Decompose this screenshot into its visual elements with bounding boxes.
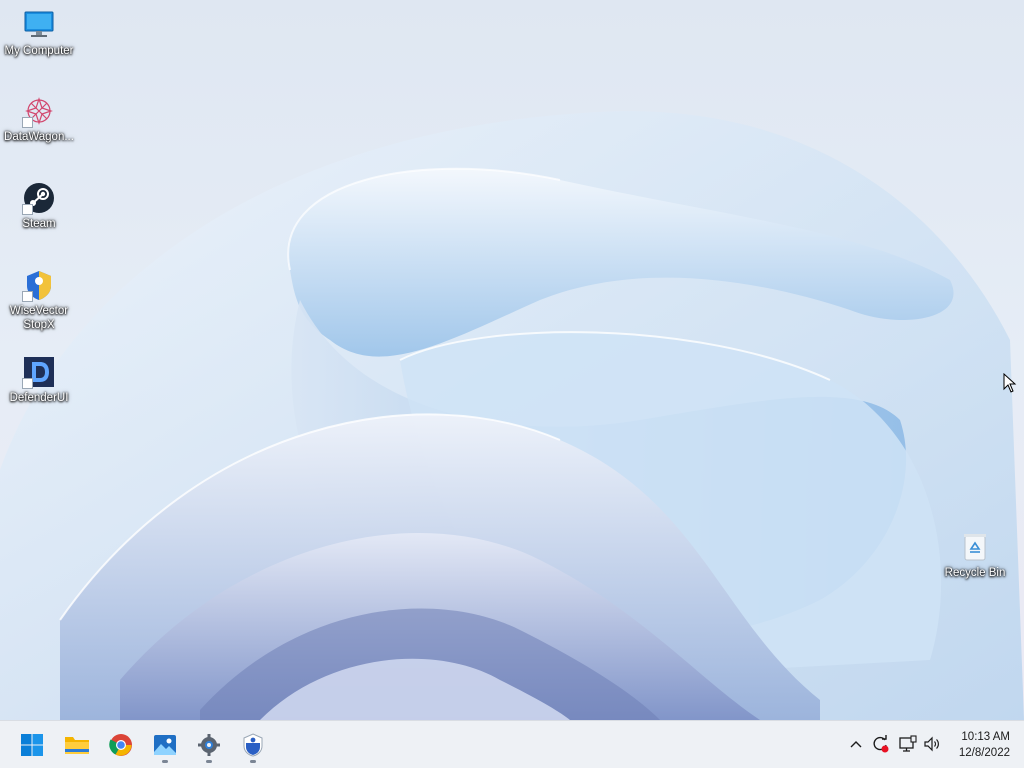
running-indicator: [250, 760, 256, 763]
taskbar-file-explorer-button[interactable]: [57, 725, 97, 765]
shortcut-arrow-icon: [22, 117, 33, 128]
steam-icon: [22, 181, 56, 215]
desktop-icon-label: Recycle Bin: [944, 567, 1006, 579]
mouse-cursor-icon: [1003, 373, 1017, 393]
wisevector-icon: [243, 733, 263, 757]
desktop-icon-label: DataWagon...: [4, 131, 74, 143]
datawagon-icon: [22, 94, 56, 128]
desktop-icon-label: WiseVector StopX: [9, 305, 69, 331]
wisevector-icon: [22, 268, 56, 302]
taskbar-settings-button[interactable]: [189, 725, 229, 765]
desktop-icon-label: My Computer: [4, 45, 74, 57]
desktop-icon-steam[interactable]: Steam: [0, 181, 78, 231]
taskbar-clock[interactable]: 10:13 AM 12/8/2022: [940, 729, 1010, 761]
desktop-icon-my-computer[interactable]: My Computer: [0, 8, 78, 58]
windows-start-icon: [21, 734, 43, 756]
monitor-icon: [22, 8, 56, 42]
sync-status-button[interactable]: [869, 733, 891, 755]
defenderui-icon: [22, 355, 56, 389]
sync-alert-icon: [873, 735, 889, 753]
desktop-icon-defenderui[interactable]: DefenderUI: [0, 355, 78, 405]
show-hidden-icons-button[interactable]: [845, 733, 867, 755]
running-indicator: [206, 760, 212, 763]
taskbar-photos-button[interactable]: [145, 725, 185, 765]
desktop-icon-datawagon[interactable]: DataWagon...: [0, 94, 78, 144]
gear-icon: [198, 734, 220, 756]
desktop-icon-label: DefenderUI: [9, 392, 69, 404]
chrome-icon: [109, 734, 132, 756]
taskbar-wisevector-button[interactable]: [233, 725, 273, 765]
network-button[interactable]: [897, 733, 919, 755]
wallpaper-bloom: [0, 111, 1024, 720]
desktop-icon-label: Steam: [22, 218, 56, 230]
running-indicator: [162, 760, 168, 763]
photos-icon: [154, 735, 176, 755]
clock-time: 10:13 AM: [961, 731, 1010, 743]
taskbar-chrome-button[interactable]: [101, 725, 141, 765]
shortcut-arrow-icon: [22, 291, 33, 302]
network-icon: [899, 735, 917, 752]
clock-date: 12/8/2022: [958, 747, 1010, 759]
taskbar: 10:13 AM 12/8/2022: [0, 720, 1024, 768]
chevron-up-icon: [850, 741, 862, 748]
desktop: My Computer DataWagon... Steam WiseVecto…: [0, 0, 1024, 720]
volume-icon: [924, 736, 939, 752]
start-button[interactable]: [12, 725, 52, 765]
folder-icon: [65, 737, 89, 754]
recycle-bin-icon: [958, 530, 992, 564]
shortcut-arrow-icon: [22, 204, 33, 215]
shortcut-arrow-icon: [22, 378, 33, 389]
desktop-icon-recycle-bin[interactable]: Recycle Bin: [936, 530, 1014, 580]
desktop-icon-wisevector[interactable]: WiseVector StopX: [0, 268, 78, 332]
